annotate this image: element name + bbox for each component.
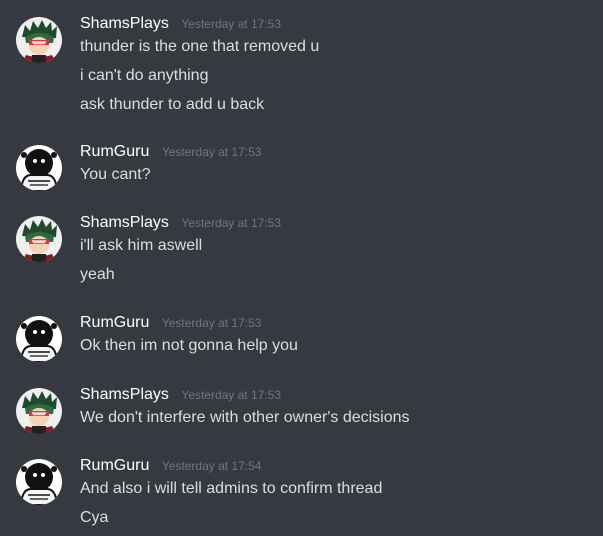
username[interactable]: ShamsPlays bbox=[80, 15, 169, 32]
message-header: ShamsPlays Yesterday at 17:53 bbox=[80, 14, 281, 34]
timestamp: Yesterday at 17:53 bbox=[181, 17, 282, 31]
message-header: RumGuru Yesterday at 17:53 bbox=[80, 142, 261, 162]
message-text: i'll ask him aswell bbox=[80, 237, 203, 254]
username[interactable]: ShamsPlays bbox=[80, 214, 169, 231]
timestamp: Yesterday at 17:53 bbox=[181, 388, 282, 402]
username[interactable]: RumGuru bbox=[80, 314, 149, 331]
astronaut-avatar[interactable] bbox=[16, 145, 62, 191]
timestamp: Yesterday at 17:53 bbox=[161, 316, 262, 330]
message-header: ShamsPlays Yesterday at 17:53 bbox=[80, 385, 281, 405]
username[interactable]: RumGuru bbox=[80, 143, 149, 160]
deku-avatar[interactable] bbox=[16, 388, 62, 434]
message-text: yeah bbox=[80, 266, 115, 283]
message-text: And also i will tell admins to confirm t… bbox=[80, 480, 383, 497]
message-header: RumGuru Yesterday at 17:53 bbox=[80, 313, 261, 333]
message-header: ShamsPlays Yesterday at 17:53 bbox=[80, 213, 281, 233]
deku-avatar[interactable] bbox=[16, 17, 62, 63]
message-text: ask thunder to add u back bbox=[80, 96, 265, 113]
message-text: thunder is the one that removed u bbox=[80, 38, 320, 55]
username[interactable]: RumGuru bbox=[80, 457, 149, 474]
timestamp: Yesterday at 17:53 bbox=[161, 145, 262, 159]
message-text: You cant? bbox=[80, 166, 151, 183]
astronaut-avatar[interactable] bbox=[16, 459, 62, 505]
message-text: i can't do anything bbox=[80, 67, 209, 84]
chat-message-list: ShamsPlays Yesterday at 17:53 thunder is… bbox=[0, 0, 603, 536]
timestamp: Yesterday at 17:53 bbox=[181, 216, 282, 230]
astronaut-avatar[interactable] bbox=[16, 316, 62, 362]
timestamp: Yesterday at 17:54 bbox=[161, 459, 262, 473]
deku-avatar[interactable] bbox=[16, 216, 62, 262]
message-text: Ok then im not gonna help you bbox=[80, 337, 298, 354]
message-text: We don't interfere with other owner's de… bbox=[80, 409, 410, 426]
message-text: Cya bbox=[80, 509, 109, 526]
message-header: RumGuru Yesterday at 17:54 bbox=[80, 456, 261, 476]
username[interactable]: ShamsPlays bbox=[80, 386, 169, 403]
